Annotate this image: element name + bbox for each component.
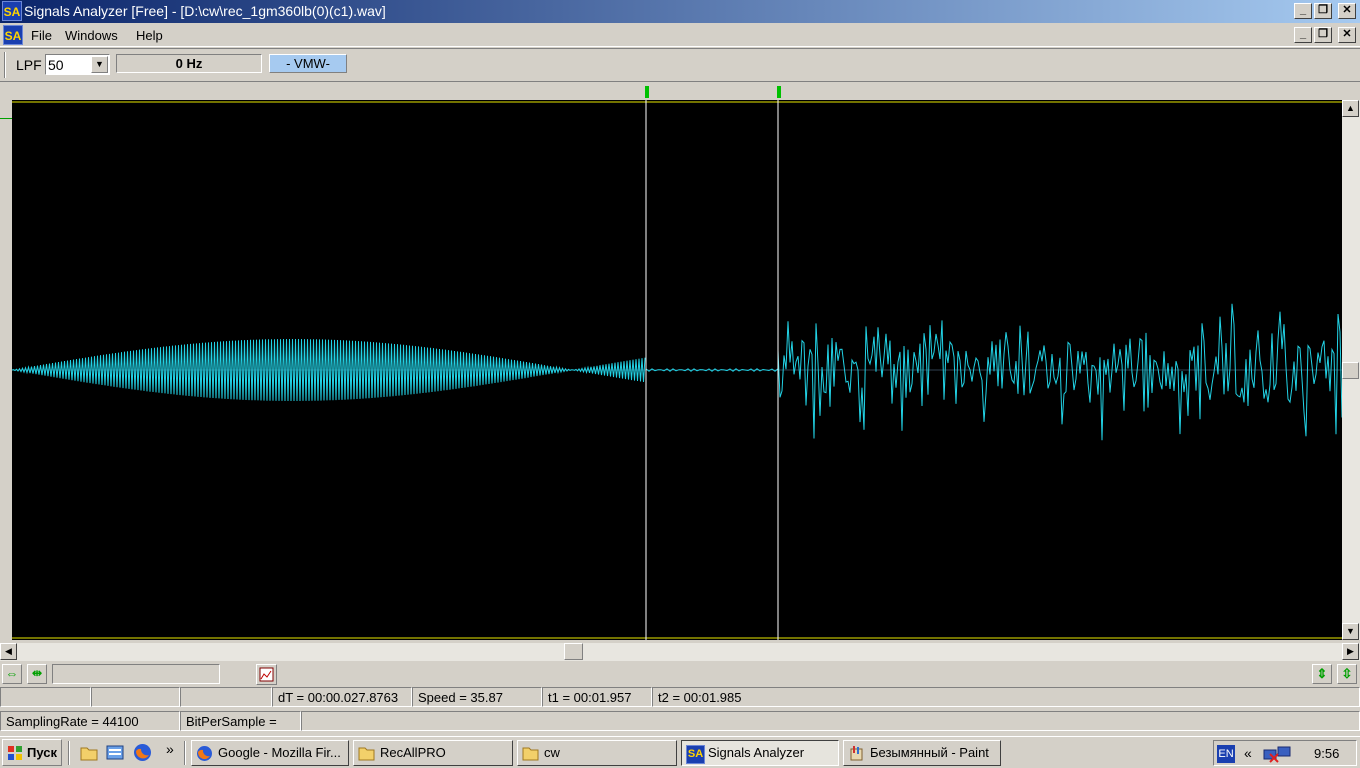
cursor2-handle[interactable] <box>777 86 781 98</box>
frequency-readout: 0 Hz <box>116 54 262 73</box>
restore-button[interactable]: ❐ <box>1314 3 1332 19</box>
toolbar-grip <box>4 52 6 78</box>
system-tray: EN « 9:56 <box>1213 740 1357 766</box>
child-close-button[interactable]: ✕ <box>1338 27 1356 43</box>
show-desktop-folder-icon[interactable] <box>80 744 98 761</box>
mdi-child-logo-icon[interactable]: SA <box>3 25 23 45</box>
toolbar: LPF 50 ▼ 0 Hz - VMW- <box>0 48 1360 82</box>
task-recallpro-label: RecAllPRO <box>380 745 446 760</box>
folder-icon <box>358 747 375 761</box>
firefox-quicklaunch-icon[interactable] <box>133 743 152 762</box>
status-sampling-rate: SamplingRate = 44100 <box>0 711 180 731</box>
clock: 9:56 <box>1314 746 1340 761</box>
zoom-slider-track[interactable] <box>52 664 220 684</box>
chevron-down-icon[interactable]: ▼ <box>91 56 108 73</box>
task-firefox-label: Google - Mozilla Fir... <box>218 745 341 760</box>
lpf-label: LPF <box>16 57 42 73</box>
lpf-select[interactable]: 50 ▼ <box>45 54 110 75</box>
signal-noise-segment <box>777 303 1342 441</box>
vmw-mode-button[interactable]: - VMW- <box>269 54 347 73</box>
paint-icon <box>850 746 863 761</box>
network-disconnected-icon[interactable] <box>1262 744 1298 764</box>
task-paint-label: Безымянный - Paint <box>870 745 989 760</box>
horizontal-scroll-thumb[interactable] <box>564 643 583 660</box>
sa-icon: SA <box>686 745 705 764</box>
zoom-out-horizontal-icon[interactable]: ⇔ <box>2 664 22 684</box>
zoom-in-vertical-icon[interactable]: ⇕ <box>1312 664 1332 684</box>
task-cw[interactable]: cw <box>517 740 677 766</box>
task-cw-label: cw <box>544 745 560 760</box>
status-cell-empty-3 <box>180 687 272 707</box>
folder-icon <box>522 747 539 761</box>
child-restore-button[interactable]: ❐ <box>1314 27 1332 43</box>
task-signals-analyzer[interactable]: SA Signals Analyzer <box>681 740 839 766</box>
task-firefox[interactable]: Google - Mozilla Fir... <box>191 740 349 766</box>
status-dt: dT = 00:00.027.8763 <box>272 687 412 707</box>
waveform-svg <box>12 100 1342 640</box>
waveform-plot[interactable] <box>12 100 1342 640</box>
zoom-out-vertical-icon[interactable]: ⇳ <box>1337 664 1357 684</box>
menu-windows[interactable]: Windows <box>65 28 118 43</box>
scroll-down-button[interactable]: ▼ <box>1342 623 1359 640</box>
scroll-up-button[interactable]: ▲ <box>1342 100 1359 117</box>
menu-help[interactable]: Help <box>136 28 163 43</box>
horizontal-scrollbar[interactable]: ◀ ▶ <box>0 643 1360 661</box>
window-switcher-icon[interactable] <box>106 744 124 761</box>
close-button[interactable]: ✕ <box>1338 3 1356 19</box>
child-minimize-button[interactable]: _ <box>1294 27 1312 43</box>
lpf-select-value: 50 <box>48 57 64 73</box>
left-level-marker <box>0 118 12 119</box>
status-cell-empty-4 <box>301 711 1360 731</box>
task-paint[interactable]: Безымянный - Paint <box>843 740 1001 766</box>
taskbar: Пуск » Google - Mozilla Fir... RecAllPRO… <box>0 736 1360 768</box>
status-cell-empty-1 <box>0 687 91 707</box>
language-indicator[interactable]: EN <box>1217 745 1235 763</box>
task-recallpro[interactable]: RecAllPRO <box>353 740 513 766</box>
status-speed: Speed = 35.87 <box>412 687 542 707</box>
quicklaunch-more-button[interactable]: » <box>166 741 174 757</box>
menu-bar: SA File Windows Help _ ❐ ✕ <box>0 23 1360 47</box>
status-t2: t2 = 00:01.985 <box>652 687 1360 707</box>
scroll-left-button[interactable]: ◀ <box>0 643 17 660</box>
scroll-right-button[interactable]: ▶ <box>1342 643 1359 660</box>
tray-expand-button[interactable]: « <box>1244 745 1252 761</box>
window-title: Signals Analyzer [Free] - [D:\cw\rec_1gm… <box>24 3 386 19</box>
cursor1-handle[interactable] <box>645 86 649 98</box>
vertical-scroll-thumb[interactable] <box>1342 362 1359 379</box>
firefox-icon <box>197 746 212 761</box>
status-cell-empty-2 <box>91 687 180 707</box>
windows-logo-icon <box>8 746 22 760</box>
window-titlebar[interactable]: SA Signals Analyzer [Free] - [D:\cw\rec_… <box>0 0 1360 23</box>
zoom-in-horizontal-icon[interactable]: ⇹ <box>27 664 47 684</box>
spectrum-tool-icon[interactable] <box>256 664 277 685</box>
task-signals-analyzer-label: Signals Analyzer <box>708 745 805 760</box>
start-button[interactable]: Пуск <box>2 739 62 766</box>
menu-file[interactable]: File <box>31 28 52 43</box>
minimize-button[interactable]: _ <box>1294 3 1312 19</box>
start-label: Пуск <box>27 745 57 760</box>
app-logo-icon: SA <box>2 1 22 21</box>
vertical-scrollbar[interactable]: ▲ ▼ <box>1342 100 1360 640</box>
taskbar-separator <box>68 741 70 765</box>
status-bits-per-sample: BitPerSample = <box>180 711 301 731</box>
status-t1: t1 = 00:01.957 <box>542 687 652 707</box>
taskbar-separator-2 <box>184 741 186 765</box>
